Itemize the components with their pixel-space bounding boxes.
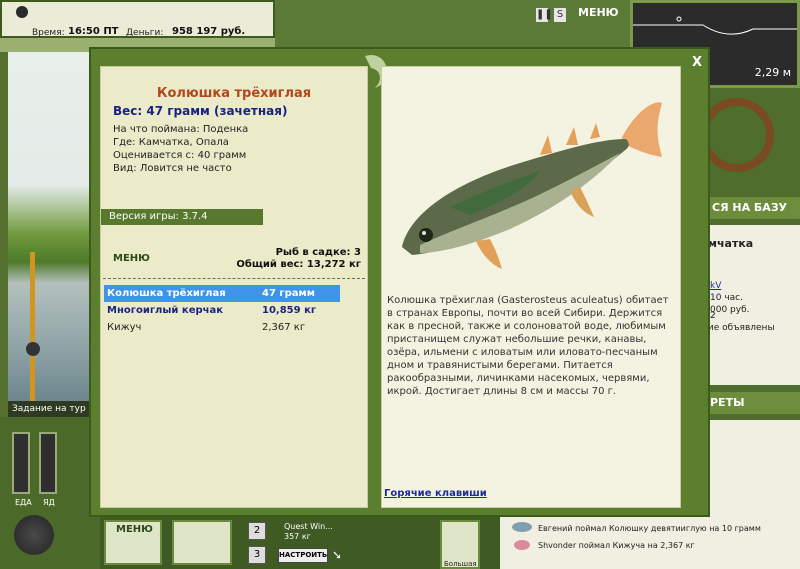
feed-item: Shvonder поймал Кижуча на 2,367 кг [538, 541, 695, 550]
depth-value: 2,29 м [754, 66, 791, 79]
time-value: 16:50 ПТ [68, 26, 119, 37]
frequency-text: Вид: Ловится не часто [113, 163, 232, 174]
catch-name: Колюшка трёхиглая [107, 288, 226, 299]
fish-feed-icon [512, 522, 532, 532]
bait-basket[interactable]: МЕНЮ [104, 520, 162, 565]
catch-row[interactable]: Колюшка трёхиглая 47 грамм [104, 285, 340, 302]
water-meter [39, 432, 57, 494]
location-info-3: 2 [710, 311, 716, 321]
catch-weight: 2,367 кг [262, 322, 306, 333]
divider [103, 278, 365, 279]
money-label: Деньги: [126, 28, 164, 38]
fish-weight: Вес: 47 грамм (зачетная) [113, 104, 288, 118]
location-info-4: ние объявлены [702, 323, 775, 333]
quest-weight: 357 кг [284, 532, 311, 541]
top-menu-button[interactable]: МЕНЮ [578, 6, 619, 19]
catch-row[interactable]: Кижуч 2,367 кг [104, 319, 340, 336]
catch-name: Многоиглый керчак [107, 305, 224, 316]
speed-icon[interactable]: S [554, 8, 566, 22]
catch-row[interactable]: Многоиглый керчак 10,859 кг [104, 302, 340, 319]
bottom-menu-label: МЕНЮ [116, 524, 153, 535]
quest-info: Quest Win... 357 кг [284, 522, 333, 542]
money-value: 958 197 руб. [172, 26, 246, 37]
water-label: ЯД [43, 498, 55, 507]
cauldron-icon[interactable] [14, 515, 54, 555]
pause-icon[interactable]: ❚❚ [536, 8, 553, 22]
hotkeys-link[interactable]: Горячие клавиши [384, 488, 487, 499]
food-meter [12, 432, 30, 494]
catch-weight: 47 грамм [262, 288, 315, 299]
menu-link[interactable]: МЕНЮ [113, 253, 150, 264]
catch-list: Колюшка трёхиглая 47 грамм Многоиглый ке… [104, 285, 340, 336]
version-label: Версия игры: 3.7.4 [101, 209, 263, 225]
to-base-button[interactable]: СЯ НА БАЗУ [700, 197, 800, 219]
feed-item: Евгений поймал Колюшку девятииглую на 10… [538, 524, 761, 533]
fish-image [402, 102, 662, 269]
bucket-item[interactable] [172, 520, 232, 565]
ship-wheel-icon[interactable] [700, 98, 774, 172]
rated-from-text: Оценивается с: 40 грамм [113, 150, 247, 161]
rod-reel [26, 342, 40, 356]
time-label: Время: [32, 28, 65, 38]
fish-name: Колюшка трёхиглая [156, 86, 312, 101]
location-info-2: 000 руб. [710, 305, 750, 315]
close-button[interactable]: X [688, 55, 706, 71]
food-label: ЕДА [15, 498, 32, 507]
fish-feed-icon [514, 540, 530, 550]
location-link[interactable]: kV [710, 281, 721, 291]
to-base-label: СЯ НА БАЗУ [712, 201, 788, 214]
slot-3-button[interactable]: 3 [248, 546, 266, 564]
cage-count: Рыб в садке: 3 [275, 247, 361, 258]
location-title: мчатка [708, 237, 754, 250]
fish-description: Колюшка трёхиглая (Gasterosteus aculeatu… [387, 295, 669, 397]
slot-2-button[interactable]: 2 [248, 522, 266, 540]
quest-title: Quest Win... [284, 522, 333, 531]
catch-weight: 10,859 кг [262, 305, 317, 316]
status-bar: Время: 16:50 ПТ Деньги: 958 197 руб. [0, 0, 275, 38]
lure-item[interactable]: Большая [440, 520, 480, 569]
location-panel: мчатка kV 10 час. 000 руб. 2 ние объявле… [700, 225, 800, 385]
caught-on-text: На что поймана: Поденка [113, 124, 249, 135]
location-info-1: 10 час. [710, 293, 743, 303]
location-text: Где: Камчатка, Опала [113, 137, 229, 148]
catch-name: Кижуч [107, 322, 142, 333]
status-icon [16, 6, 28, 18]
lure-label: Большая [444, 560, 477, 568]
secrets-button[interactable]: РЕТЫ [700, 392, 800, 414]
task-label: Задание на тур [12, 404, 86, 414]
fishing-rod [30, 252, 35, 402]
arrow-icon: ➘ [332, 548, 343, 562]
setup-button[interactable]: НАСТРОИТЬ [278, 548, 328, 563]
cage-total-weight: Общий вес: 13,272 кг [236, 259, 361, 270]
